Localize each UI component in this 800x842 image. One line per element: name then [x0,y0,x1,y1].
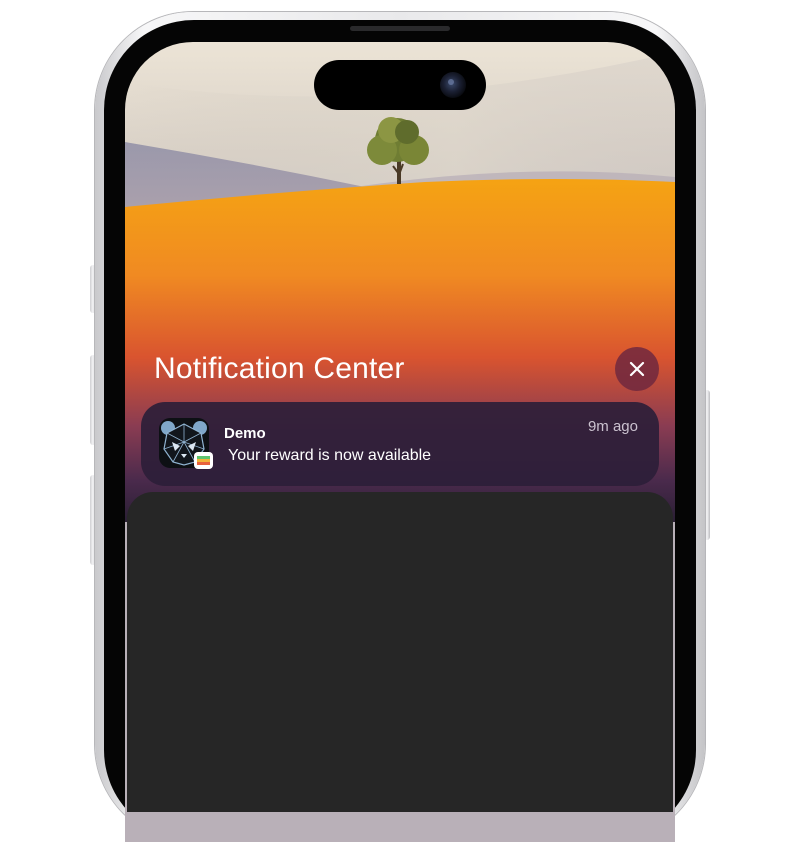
notification-center-title: Notification Center [154,352,405,385]
wallet-icon [194,452,213,469]
notification-list-panel [127,492,673,812]
notification-app-name: Demo [224,425,266,442]
close-icon [629,361,645,377]
notification-message: Your reward is now available [228,447,432,464]
notification-time: 9m ago [587,418,638,435]
front-camera [440,72,466,98]
close-button[interactable] [615,347,659,391]
earpiece-speaker [350,26,450,31]
notification-card[interactable] [141,402,659,486]
